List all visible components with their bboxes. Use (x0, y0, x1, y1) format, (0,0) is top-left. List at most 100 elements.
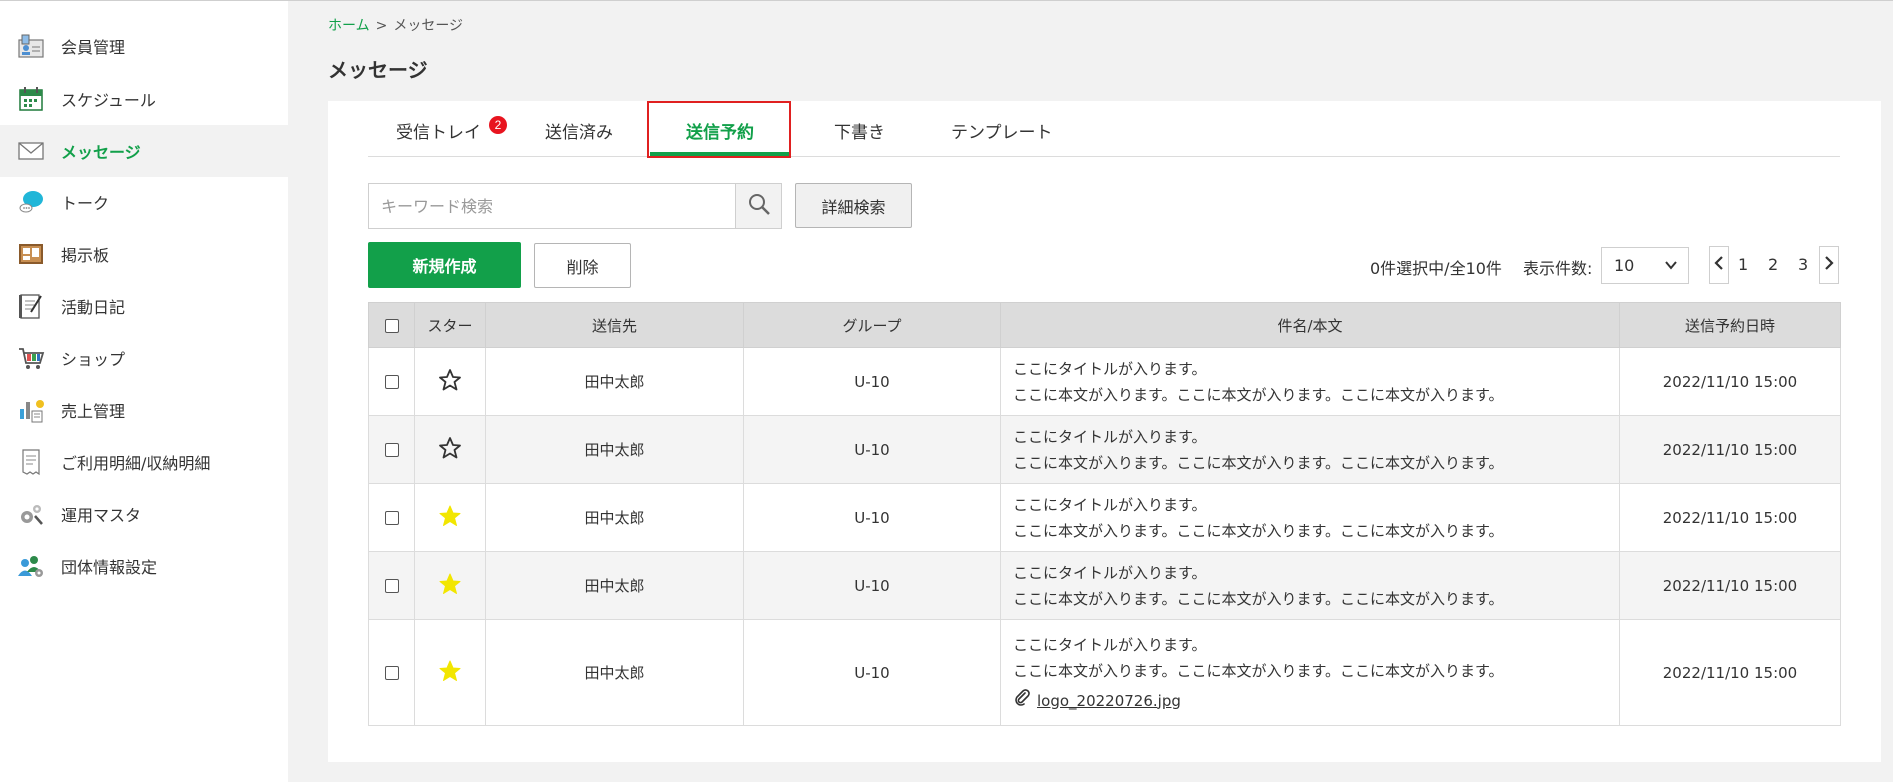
per-page-label: 表示件数: (1523, 259, 1593, 278)
message-title: ここにタイトルが入ります。 (1013, 359, 1207, 378)
sidebar-item-operation-master[interactable]: 運用マスタ (0, 488, 288, 540)
star-outline-icon[interactable] (438, 368, 462, 396)
message-title: ここにタイトルが入ります。 (1013, 563, 1207, 582)
sidebar-item-bulletin-board[interactable]: 掲示板 (0, 228, 288, 280)
breadcrumb: ホーム > メッセージ (328, 15, 463, 35)
sidebar-item-usage-statement[interactable]: ご利用明細/収納明細 (0, 436, 288, 488)
star-filled-icon[interactable] (438, 660, 462, 687)
recipient-cell: 田中太郎 (485, 483, 744, 552)
tab-sent[interactable]: 送信済み (545, 118, 613, 143)
column-header-scheduled-datetime: 送信予約日時 (1619, 302, 1841, 348)
sidebar-item-group-settings[interactable]: 団体情報設定 (0, 540, 288, 592)
tab-drafts[interactable]: 下書き (834, 118, 885, 143)
group-cell: U-10 (743, 415, 1001, 484)
search-icon (747, 192, 771, 220)
sidebar-item-sales[interactable]: 売上管理 (0, 384, 288, 436)
star-outline-icon[interactable] (438, 436, 462, 464)
tab-templates[interactable]: テンプレート (951, 118, 1053, 143)
sidebar-item-activity-diary[interactable]: 活動日記 (0, 280, 288, 332)
breadcrumb-current: メッセージ (393, 18, 464, 34)
group-cell: U-10 (743, 347, 1001, 416)
group-cell: U-10 (743, 551, 1001, 620)
sidebar-item-label: 会員管理 (61, 38, 126, 57)
row-checkbox[interactable] (384, 375, 399, 389)
column-header-star: スター (414, 302, 486, 348)
table-row[interactable]: 田中太郎 U-10 ここにタイトルが入ります。 ここに本文が入ります。ここに本文… (368, 347, 1841, 416)
message-body: ここに本文が入ります。ここに本文が入ります。ここに本文が入ります。 (1013, 453, 1504, 472)
row-checkbox[interactable] (384, 511, 399, 525)
chat-bubble-icon (16, 187, 46, 217)
datetime-cell: 2022/11/10 15:00 (1619, 551, 1841, 620)
calendar-icon (16, 84, 46, 114)
settings-gears-icon (16, 499, 46, 529)
message-title: ここにタイトルが入ります。 (1013, 495, 1207, 514)
delete-button[interactable]: 削除 (534, 243, 631, 288)
recipient-cell: 田中太郎 (485, 415, 744, 484)
page-title: メッセージ (328, 58, 428, 82)
search-button[interactable] (735, 183, 782, 229)
table-row[interactable]: 田中太郎 U-10 ここにタイトルが入ります。 ここに本文が入ります。ここに本文… (368, 619, 1841, 726)
datetime-cell: 2022/11/10 15:00 (1619, 483, 1841, 552)
star-filled-icon[interactable] (438, 573, 462, 600)
select-all-checkbox[interactable] (384, 318, 399, 333)
sidebar: 会員管理 スケジュール メッセージ トーク 掲示板 活動日記 ショップ 売上管理… (0, 1, 288, 782)
sidebar-item-shop[interactable]: ショップ (0, 332, 288, 384)
pagination-page[interactable]: 2 (1768, 255, 1778, 274)
sidebar-item-label: 運用マスタ (61, 506, 142, 525)
tab-highlight-frame (647, 101, 791, 158)
group-cell: U-10 (743, 619, 1001, 726)
select-all-header (368, 302, 415, 348)
pagination-prev-button[interactable] (1709, 246, 1729, 284)
table-row[interactable]: 田中太郎 U-10 ここにタイトルが入ります。 ここに本文が入ります。ここに本文… (368, 551, 1841, 620)
paperclip-icon (1013, 688, 1031, 714)
sidebar-item-talk[interactable]: トーク (0, 176, 288, 228)
datetime-cell: 2022/11/10 15:00 (1619, 619, 1841, 726)
attachment-link[interactable]: logo_20220726.jpg (1037, 688, 1181, 714)
breadcrumb-home-link[interactable]: ホーム (328, 18, 370, 34)
selection-count: 0件選択中/全10件 (1370, 259, 1502, 278)
subject-body-cell: ここにタイトルが入ります。 ここに本文が入ります。ここに本文が入ります。ここに本… (1000, 619, 1620, 726)
subject-body-cell: ここにタイトルが入ります。 ここに本文が入ります。ここに本文が入ります。ここに本… (1000, 551, 1620, 620)
sidebar-item-label: ご利用明細/収納明細 (61, 454, 211, 473)
tabs-divider (368, 156, 1840, 157)
row-checkbox[interactable] (384, 666, 399, 680)
datetime-cell: 2022/11/10 15:00 (1619, 415, 1841, 484)
envelope-icon (16, 136, 46, 166)
table-row[interactable]: 田中太郎 U-10 ここにタイトルが入ります。 ここに本文が入ります。ここに本文… (368, 483, 1841, 552)
row-checkbox[interactable] (384, 443, 399, 457)
detail-search-button[interactable]: 詳細検索 (795, 183, 912, 228)
sidebar-item-schedule[interactable]: スケジュール (0, 73, 288, 125)
attachment: logo_20220726.jpg (1013, 688, 1619, 714)
new-message-button[interactable]: 新規作成 (368, 242, 521, 288)
sidebar-item-label: 団体情報設定 (61, 558, 158, 577)
sidebar-item-message[interactable]: メッセージ (0, 125, 288, 177)
sidebar-item-member[interactable]: 会員管理 (0, 20, 288, 72)
message-body: ここに本文が入ります。ここに本文が入ります。ここに本文が入ります。 (1013, 521, 1504, 540)
pagination-next-button[interactable] (1819, 246, 1839, 284)
datetime-cell: 2022/11/10 15:00 (1619, 347, 1841, 416)
receipt-icon (16, 447, 46, 477)
per-page-select[interactable]: 10 (1601, 247, 1689, 284)
chevron-left-icon (1714, 255, 1724, 275)
table-row[interactable]: 田中太郎 U-10 ここにタイトルが入ります。 ここに本文が入ります。ここに本文… (368, 415, 1841, 484)
message-body: ここに本文が入ります。ここに本文が入ります。ここに本文が入ります。 (1013, 661, 1504, 680)
keyword-search-input[interactable] (368, 183, 736, 229)
group-cell: U-10 (743, 483, 1001, 552)
subject-body-cell: ここにタイトルが入ります。 ここに本文が入ります。ここに本文が入ります。ここに本… (1000, 415, 1620, 484)
table-header-row: スター 送信先 グループ 件名/本文 送信予約日時 (368, 302, 1841, 348)
star-filled-icon[interactable] (438, 505, 462, 532)
diary-icon (16, 291, 46, 321)
sales-chart-icon (16, 395, 46, 425)
row-checkbox[interactable] (384, 579, 399, 593)
breadcrumb-separator: > (375, 18, 388, 34)
column-header-group: グループ (743, 302, 1001, 348)
message-title: ここにタイトルが入ります。 (1013, 427, 1207, 446)
tab-inbox[interactable]: 受信トレイ (396, 118, 481, 143)
pagination-page[interactable]: 1 (1738, 255, 1748, 274)
sidebar-item-label: ショップ (61, 350, 126, 369)
sidebar-item-label: メッセージ (61, 143, 141, 162)
pagination-page[interactable]: 3 (1798, 255, 1808, 274)
sidebar-item-label: 活動日記 (61, 298, 126, 317)
chevron-right-icon (1824, 255, 1834, 275)
message-body: ここに本文が入ります。ここに本文が入ります。ここに本文が入ります。 (1013, 589, 1504, 608)
